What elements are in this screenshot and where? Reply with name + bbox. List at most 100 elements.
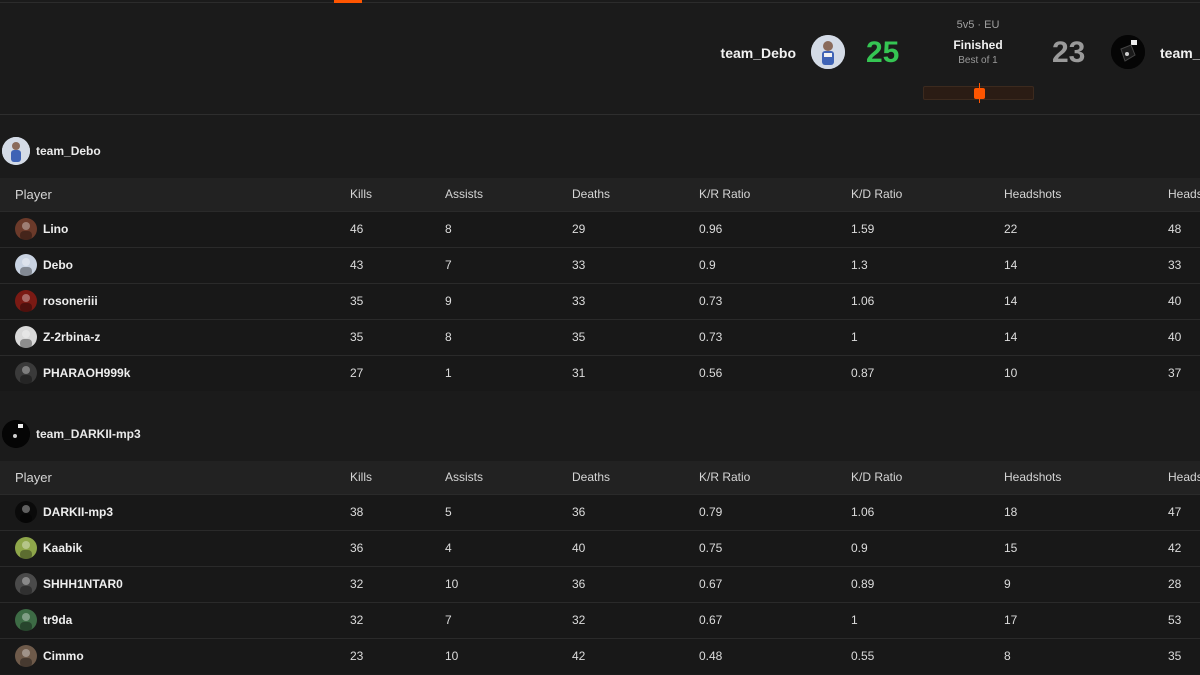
player-avatar-icon — [20, 577, 32, 595]
player-name[interactable]: Cimmo — [43, 649, 84, 663]
deaths-value: 36 — [572, 505, 586, 519]
headshots-percent-value: 35 — [1168, 649, 1182, 664]
player-avatar[interactable] — [15, 645, 37, 668]
column-kr-ratio[interactable]: K/R Ratio — [699, 461, 851, 494]
team-1-name[interactable]: team_Debo — [36, 144, 101, 158]
player-avatar[interactable] — [15, 501, 37, 523]
player-info[interactable]: Kaabik — [15, 537, 350, 559]
player-avatar[interactable] — [15, 537, 37, 559]
table-header-row: Player Kills Assists Deaths K/R Ratio K/… — [0, 178, 1200, 211]
player-info[interactable]: Cimmo — [15, 645, 350, 668]
team-right-avatar[interactable] — [1111, 35, 1145, 69]
column-kills[interactable]: Kills — [350, 178, 445, 211]
headshots-value: 14 — [1004, 294, 1018, 308]
team-right-name[interactable]: team_ — [1160, 45, 1200, 61]
player-row[interactable]: tr9da 32 7 32 0.67 1 17 53 — [0, 602, 1200, 638]
column-kr-ratio[interactable]: K/R Ratio — [699, 178, 851, 211]
player-avatar-icon — [20, 541, 32, 559]
assists-value: 9 — [445, 294, 452, 308]
assists-value: 8 — [445, 222, 452, 236]
column-headshots[interactable]: Headshots — [1004, 178, 1168, 211]
column-player[interactable]: Player — [0, 178, 350, 211]
column-kd-ratio[interactable]: K/D Ratio — [851, 178, 1004, 211]
player-name[interactable]: DARKII-mp3 — [43, 505, 113, 519]
headshots-value: 14 — [1004, 258, 1018, 272]
player-name[interactable]: Lino — [43, 222, 68, 236]
player-info[interactable]: Debo — [15, 254, 350, 276]
kd-ratio-value: 1.3 — [851, 258, 868, 272]
player-name[interactable]: rosoneriii — [43, 294, 98, 308]
assists-value: 10 — [445, 649, 459, 664]
player-row[interactable]: Kaabik 36 4 40 0.75 0.9 15 42 — [0, 530, 1200, 566]
match-header: team_Debo 25 5v5 · EU Finished Best of 1… — [0, 3, 1200, 115]
player-row[interactable]: Z-2rbina-z 35 8 35 0.73 1 14 40 — [0, 319, 1200, 355]
column-deaths[interactable]: Deaths — [572, 461, 699, 494]
player-avatar[interactable] — [15, 290, 37, 312]
player-row[interactable]: Debo 43 7 33 0.9 1.3 14 33 — [0, 247, 1200, 283]
kr-ratio-value: 0.96 — [699, 222, 723, 236]
player-info[interactable]: Z-2rbina-z — [15, 326, 350, 348]
column-kills[interactable]: Kills — [350, 461, 445, 494]
player-row[interactable]: Cimmo 23 10 42 0.48 0.55 8 35 — [0, 638, 1200, 674]
match-progress-bar — [923, 83, 1034, 103]
player-name[interactable]: tr9da — [43, 613, 72, 627]
player-name[interactable]: PHARAOH999k — [43, 366, 130, 380]
team-2-avatar-icon — [2, 420, 30, 448]
player-avatar[interactable] — [15, 573, 37, 595]
team-2-name[interactable]: team_DARKII-mp3 — [36, 427, 141, 441]
column-assists[interactable]: Assists — [445, 461, 572, 494]
player-info[interactable]: tr9da — [15, 609, 350, 631]
player-avatar[interactable] — [15, 254, 37, 276]
team-2-avatar[interactable] — [2, 420, 30, 448]
team-1-avatar[interactable] — [2, 137, 30, 165]
headshots-value: 22 — [1004, 222, 1018, 236]
player-info[interactable]: PHARAOH999k — [15, 362, 350, 385]
player-cell: Z-2rbina-z — [0, 319, 350, 355]
player-name[interactable]: Kaabik — [43, 541, 82, 555]
team-left-score: 25 — [866, 36, 900, 69]
player-name[interactable]: Debo — [43, 258, 73, 272]
deaths-value: 29 — [572, 222, 586, 236]
player-info[interactable]: SHHH1NTAR0 — [15, 573, 350, 595]
player-avatar[interactable] — [15, 609, 37, 631]
kills-value: 38 — [350, 505, 364, 519]
player-avatar[interactable] — [15, 326, 37, 348]
player-cell: Kaabik — [0, 530, 350, 566]
team-left-name[interactable]: team_Debo — [721, 45, 796, 61]
kr-ratio-value: 0.67 — [699, 577, 723, 591]
player-row[interactable]: Lino 46 8 29 0.96 1.59 22 48 — [0, 211, 1200, 247]
kills-value: 35 — [350, 330, 364, 344]
headshots-percent-value: 28 — [1168, 577, 1182, 591]
column-headshots-percent[interactable]: Heads — [1168, 178, 1200, 211]
column-kd-ratio[interactable]: K/D Ratio — [851, 461, 1004, 494]
headshots-value: 18 — [1004, 505, 1018, 519]
player-name[interactable]: SHHH1NTAR0 — [43, 577, 123, 591]
player-row[interactable]: SHHH1NTAR0 32 10 36 0.67 0.89 9 28 — [0, 566, 1200, 602]
team-right-avatar-icon — [1111, 35, 1145, 69]
column-player[interactable]: Player — [0, 461, 350, 494]
player-row[interactable]: PHARAOH999k 27 1 31 0.56 0.87 10 37 — [0, 355, 1200, 391]
player-info[interactable]: rosoneriii — [15, 290, 350, 312]
team-left-avatar[interactable] — [811, 35, 845, 69]
player-info[interactable]: DARKII-mp3 — [15, 501, 350, 523]
assists-value: 1 — [445, 366, 452, 381]
kd-ratio-value: 1 — [851, 330, 858, 344]
table-header-row: Player Kills Assists Deaths K/R Ratio K/… — [0, 461, 1200, 494]
player-cell: PHARAOH999k — [0, 355, 350, 391]
player-name[interactable]: Z-2rbina-z — [43, 330, 100, 344]
kr-ratio-value: 0.9 — [699, 258, 716, 272]
team-2-header: team_DARKII-mp3 — [0, 419, 141, 449]
player-avatar[interactable] — [15, 362, 37, 385]
player-avatar[interactable] — [15, 218, 37, 240]
player-info[interactable]: Lino — [15, 218, 350, 240]
column-assists[interactable]: Assists — [445, 178, 572, 211]
match-meta: 5v5 · EU Finished Best of 1 — [928, 19, 1028, 66]
player-row[interactable]: DARKII-mp3 38 5 36 0.79 1.06 18 47 — [0, 494, 1200, 530]
deaths-value: 35 — [572, 330, 586, 344]
column-headshots[interactable]: Headshots — [1004, 461, 1168, 494]
match-progress-marker — [974, 88, 985, 99]
kd-ratio-value: 0.87 — [851, 366, 875, 381]
column-headshots-percent[interactable]: Heads — [1168, 461, 1200, 494]
column-deaths[interactable]: Deaths — [572, 178, 699, 211]
player-row[interactable]: rosoneriii 35 9 33 0.73 1.06 14 40 — [0, 283, 1200, 319]
